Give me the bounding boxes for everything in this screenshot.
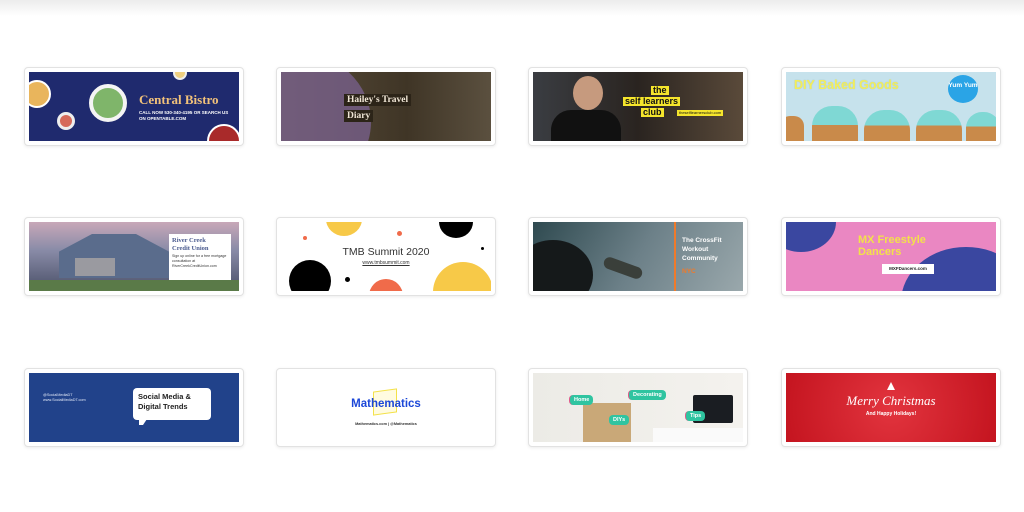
blue-shape: [786, 222, 836, 252]
cupcake-image: [966, 112, 996, 141]
template-title-line1: MX Freestyle: [858, 234, 926, 246]
dot: [439, 222, 473, 238]
shoe-image: [602, 255, 644, 281]
cupcake-image: [812, 106, 858, 141]
food-plate-image: [29, 80, 51, 108]
lawn: [29, 280, 239, 291]
template-title-line1: Hailey's Travel: [344, 94, 412, 106]
template-url: www.SocialMediaDT.com: [43, 398, 86, 402]
template-title-line2: Dancers: [858, 246, 902, 258]
top-bar-shadow: [0, 0, 1024, 16]
template-url: theselflearnersclub.com: [677, 110, 724, 116]
template-thumbnail: @SocialMediaDT www.SocialMediaDT.com Soc…: [29, 373, 239, 442]
template-line3: club: [641, 107, 664, 117]
template-title: Mathematics: [351, 398, 421, 410]
template-card-crossfit-workout[interactable]: The CrossFit Workout Community NYC: [528, 217, 748, 296]
tag-tips: Tips: [685, 411, 706, 421]
template-title: DIY Baked Goods: [794, 78, 899, 92]
dot: [369, 279, 403, 291]
template-card-diy-baked-goods[interactable]: DIY Baked Goods Yum Yum: [781, 67, 1001, 146]
template-title-line1: Social Media &: [138, 392, 191, 401]
template-title-line3: Community: [682, 255, 718, 262]
dot: [345, 277, 350, 282]
template-card-home-decorating[interactable]: Home Decorating DIYs Tips: [528, 368, 748, 447]
template-footer: Mathematics.com | @Mathematics: [355, 422, 417, 426]
tag-home: Home: [569, 395, 594, 405]
text-panel: River Creek Credit Union Sign up online …: [169, 234, 231, 280]
dot: [433, 262, 491, 291]
template-card-river-creek-credit-union[interactable]: River Creek Credit Union Sign up online …: [24, 217, 244, 296]
template-thumbnail: the self learners club theselflearnerscl…: [533, 72, 743, 141]
template-thumbnail: MX Freestyle Dancers MXFDancers.com: [786, 222, 996, 291]
purple-shape: [281, 72, 371, 141]
template-subtitle: And Happy Holidays!: [865, 411, 917, 417]
template-line2: self learners: [623, 96, 681, 106]
template-line1: the: [651, 85, 669, 95]
template-card-central-bistro[interactable]: Central Bistro CALL NOW 530-340-4195 OR …: [24, 67, 244, 146]
template-title-line2: Digital Trends: [138, 402, 188, 411]
template-title-line2: Workout: [682, 246, 709, 253]
template-card-mx-freestyle-dancers[interactable]: MX Freestyle Dancers MXFDancers.com: [781, 217, 1001, 296]
template-card-tmb-summit[interactable]: TMB Summit 2020 www.tmbsummit.com: [276, 217, 496, 296]
orange-divider: [674, 222, 676, 291]
tree-icon: [887, 382, 895, 390]
template-thumbnail: The CrossFit Workout Community NYC: [533, 222, 743, 291]
template-body: Sign up online for a free mortgage consu…: [172, 254, 227, 268]
dot: [326, 222, 362, 236]
food-plate-image: [89, 84, 127, 122]
food-plate-image: [57, 112, 75, 130]
template-title-line2: Diary: [344, 110, 374, 122]
template-thumbnail: Hailey's Travel Diary: [281, 72, 491, 141]
speech-bubble: Social Media & Digital Trends: [133, 388, 211, 420]
barbell-plate-image: [533, 240, 593, 291]
person-photo: [573, 76, 603, 110]
template-thumbnail: DIY Baked Goods Yum Yum: [786, 72, 996, 141]
template-thumbnail: Central Bistro CALL NOW 530-340-4195 OR …: [29, 72, 239, 141]
desk-image: [653, 428, 743, 442]
template-url: MXFDancers.com: [882, 264, 934, 274]
cupcake-image: [864, 110, 910, 141]
template-thumbnail: River Creek Credit Union Sign up online …: [29, 222, 239, 291]
template-title-line2: Credit Union: [172, 245, 209, 252]
template-title-line1: The CrossFit: [682, 237, 722, 244]
template-thumbnail: Merry Christmas And Happy Holidays!: [786, 373, 996, 442]
food-plate-image: [173, 72, 187, 80]
template-title: Merry Christmas: [846, 393, 936, 408]
cupcake-image: [916, 110, 962, 141]
speech-bubble-tail: [139, 419, 147, 425]
template-title: Central Bistro: [139, 92, 219, 107]
cupcake-image: [786, 116, 804, 141]
template-card-merry-christmas[interactable]: Merry Christmas And Happy Holidays!: [781, 368, 1001, 447]
template-badge: Yum Yum: [948, 75, 978, 103]
tag-decorating: Decorating: [628, 390, 666, 400]
food-plate-image: [207, 124, 239, 141]
garage-door: [75, 258, 115, 276]
person-photo: [551, 110, 621, 141]
template-city: NYC: [682, 268, 696, 275]
template-subtitle: CALL NOW 530-340-4195 OR SEARCH US ON OP…: [139, 110, 229, 121]
template-card-self-learners-club[interactable]: the self learners club theselflearnerscl…: [528, 67, 748, 146]
template-thumbnail: Mathematics Mathematics.com | @Mathemati…: [281, 373, 491, 442]
template-title: TMB Summit 2020: [342, 246, 430, 258]
template-thumbnail: Home Decorating DIYs Tips: [533, 373, 743, 442]
template-card-mathematics[interactable]: Mathematics Mathematics.com | @Mathemati…: [276, 368, 496, 447]
dot: [397, 231, 402, 236]
dot: [303, 236, 307, 240]
template-card-haileys-travel-diary[interactable]: Hailey's Travel Diary: [276, 67, 496, 146]
tag-diys: DIYs: [609, 415, 630, 425]
template-title-line1: River Creek: [172, 237, 206, 244]
template-thumbnail: TMB Summit 2020 www.tmbsummit.com: [281, 222, 491, 291]
template-url: www.tmbsummit.com: [362, 260, 410, 266]
template-card-social-media-digital-trends[interactable]: @SocialMediaDT www.SocialMediaDT.com Soc…: [24, 368, 244, 447]
